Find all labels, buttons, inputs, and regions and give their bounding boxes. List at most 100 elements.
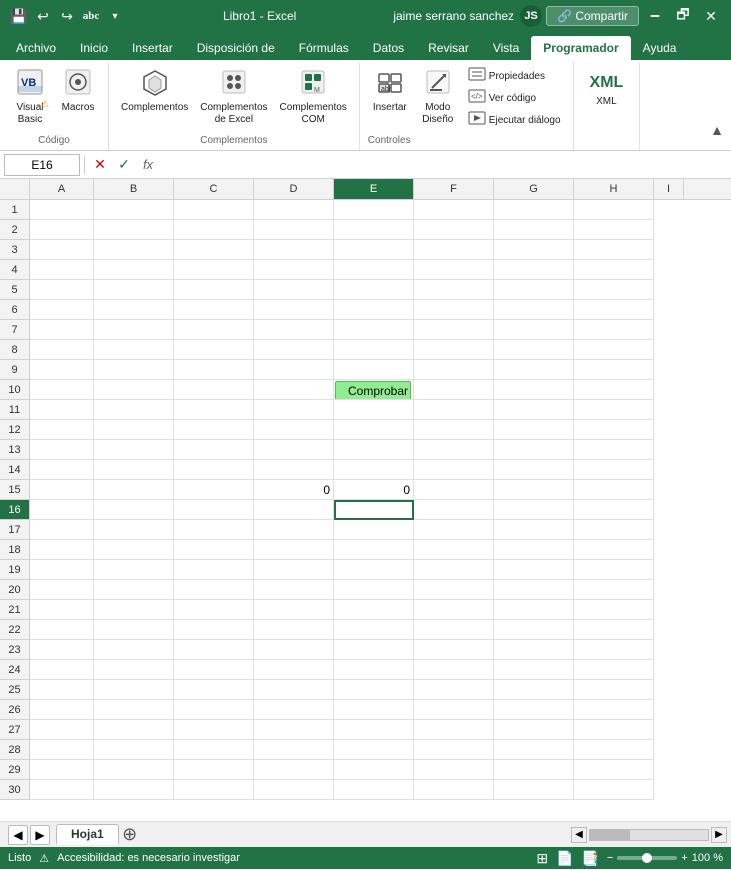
- page-layout-button[interactable]: 📄: [556, 850, 573, 867]
- cell-B18[interactable]: [94, 540, 174, 560]
- cell-C27[interactable]: [174, 720, 254, 740]
- cell-B24[interactable]: [94, 660, 174, 680]
- col-header-c[interactable]: C: [174, 179, 254, 199]
- tab-disposicion[interactable]: Disposición de: [185, 36, 287, 60]
- cell-G7[interactable]: [494, 320, 574, 340]
- cell-C30[interactable]: [174, 780, 254, 800]
- cell-A17[interactable]: [30, 520, 94, 540]
- visual-basic-button[interactable]: VB VisualBasic ⚠: [8, 66, 52, 128]
- cell-A26[interactable]: [30, 700, 94, 720]
- cell-G30[interactable]: [494, 780, 574, 800]
- cell-A30[interactable]: [30, 780, 94, 800]
- cell-B3[interactable]: [94, 240, 174, 260]
- cell-B5[interactable]: [94, 280, 174, 300]
- cell-H2[interactable]: [574, 220, 654, 240]
- row-header-25[interactable]: 25: [0, 680, 30, 700]
- cell-G15[interactable]: [494, 480, 574, 500]
- ejecutar-dialogo-button[interactable]: Ejecutar diálogo: [464, 110, 565, 131]
- cell-C12[interactable]: [174, 420, 254, 440]
- comprobar-button[interactable]: Comprobar: [335, 381, 411, 400]
- row-header-7[interactable]: 7: [0, 320, 30, 340]
- cell-F24[interactable]: [414, 660, 494, 680]
- cell-A28[interactable]: [30, 740, 94, 760]
- cell-H5[interactable]: [574, 280, 654, 300]
- cell-C28[interactable]: [174, 740, 254, 760]
- cell-D26[interactable]: [254, 700, 334, 720]
- tab-ayuda[interactable]: Ayuda: [631, 36, 689, 60]
- cell-A24[interactable]: [30, 660, 94, 680]
- cell-B20[interactable]: [94, 580, 174, 600]
- cell-F9[interactable]: [414, 360, 494, 380]
- cell-E8[interactable]: [334, 340, 414, 360]
- cell-F20[interactable]: [414, 580, 494, 600]
- spelling-button[interactable]: abc: [80, 5, 102, 27]
- cell-H22[interactable]: [574, 620, 654, 640]
- cell-B26[interactable]: [94, 700, 174, 720]
- cell-C18[interactable]: [174, 540, 254, 560]
- cell-C7[interactable]: [174, 320, 254, 340]
- cell-D2[interactable]: [254, 220, 334, 240]
- cell-F6[interactable]: [414, 300, 494, 320]
- tab-insertar[interactable]: Insertar: [120, 36, 185, 60]
- cell-A21[interactable]: [30, 600, 94, 620]
- cell-H12[interactable]: [574, 420, 654, 440]
- share-button[interactable]: 🔗 Compartir: [546, 6, 639, 26]
- cell-F8[interactable]: [414, 340, 494, 360]
- cell-F21[interactable]: [414, 600, 494, 620]
- cell-A22[interactable]: [30, 620, 94, 640]
- cell-H7[interactable]: [574, 320, 654, 340]
- cell-D9[interactable]: [254, 360, 334, 380]
- cell-F14[interactable]: [414, 460, 494, 480]
- row-header-3[interactable]: 3: [0, 240, 30, 260]
- cell-D6[interactable]: [254, 300, 334, 320]
- cell-F30[interactable]: [414, 780, 494, 800]
- cell-B16[interactable]: [94, 500, 174, 520]
- cell-E30[interactable]: [334, 780, 414, 800]
- sheet-prev-button[interactable]: ◀: [8, 825, 28, 845]
- cell-H14[interactable]: [574, 460, 654, 480]
- cell-B13[interactable]: [94, 440, 174, 460]
- cell-B11[interactable]: [94, 400, 174, 420]
- row-header-8[interactable]: 8: [0, 340, 30, 360]
- cell-G28[interactable]: [494, 740, 574, 760]
- cell-F2[interactable]: [414, 220, 494, 240]
- cell-C9[interactable]: [174, 360, 254, 380]
- cell-B22[interactable]: [94, 620, 174, 640]
- cell-G26[interactable]: [494, 700, 574, 720]
- cell-C25[interactable]: [174, 680, 254, 700]
- cell-F11[interactable]: [414, 400, 494, 420]
- cell-F3[interactable]: [414, 240, 494, 260]
- cell-G9[interactable]: [494, 360, 574, 380]
- cell-D17[interactable]: [254, 520, 334, 540]
- cell-D29[interactable]: [254, 760, 334, 780]
- cell-A13[interactable]: [30, 440, 94, 460]
- cell-H27[interactable]: [574, 720, 654, 740]
- cell-D19[interactable]: [254, 560, 334, 580]
- cell-F16[interactable]: [414, 500, 494, 520]
- cell-B28[interactable]: [94, 740, 174, 760]
- cell-C24[interactable]: [174, 660, 254, 680]
- cell-A23[interactable]: [30, 640, 94, 660]
- cell-G10[interactable]: [494, 380, 574, 400]
- row-header-20[interactable]: 20: [0, 580, 30, 600]
- cell-C17[interactable]: [174, 520, 254, 540]
- undo-button[interactable]: ↩: [32, 5, 54, 27]
- cell-H26[interactable]: [574, 700, 654, 720]
- tab-archivo[interactable]: Archivo: [4, 36, 68, 60]
- cell-G19[interactable]: [494, 560, 574, 580]
- row-header-26[interactable]: 26: [0, 700, 30, 720]
- cell-G25[interactable]: [494, 680, 574, 700]
- cell-C5[interactable]: [174, 280, 254, 300]
- cell-D21[interactable]: [254, 600, 334, 620]
- cell-E23[interactable]: [334, 640, 414, 660]
- cell-B2[interactable]: [94, 220, 174, 240]
- row-header-29[interactable]: 29: [0, 760, 30, 780]
- cell-B30[interactable]: [94, 780, 174, 800]
- cell-A8[interactable]: [30, 340, 94, 360]
- cell-F26[interactable]: [414, 700, 494, 720]
- cell-H15[interactable]: [574, 480, 654, 500]
- zoom-slider[interactable]: [617, 856, 677, 860]
- cell-B21[interactable]: [94, 600, 174, 620]
- cell-A14[interactable]: [30, 460, 94, 480]
- cell-F23[interactable]: [414, 640, 494, 660]
